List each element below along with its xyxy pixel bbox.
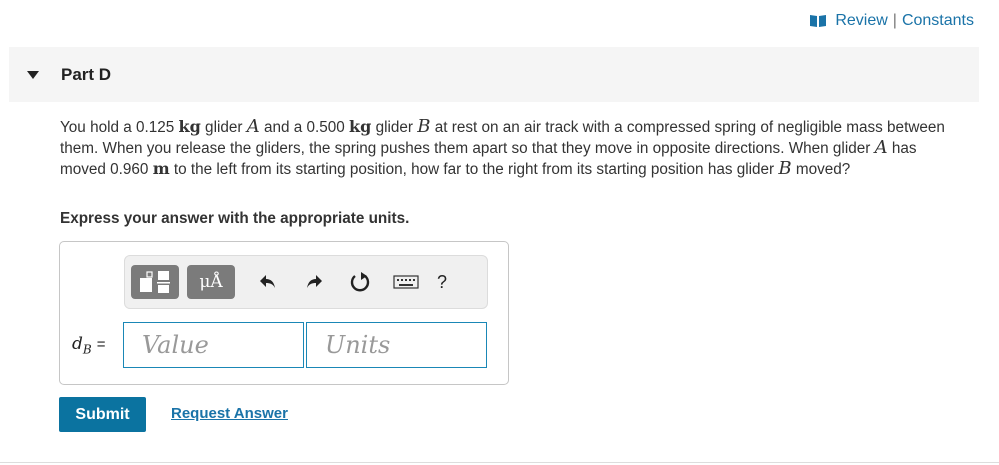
- caret-down-icon[interactable]: [27, 70, 39, 79]
- value-input[interactable]: Value: [123, 322, 304, 368]
- var-a: A: [246, 116, 260, 137]
- submit-button[interactable]: Submit: [59, 397, 146, 432]
- help-icon[interactable]: ?: [437, 272, 447, 293]
- answer-variable-label: dB =: [72, 334, 105, 356]
- redo-button[interactable]: [297, 265, 331, 299]
- var-b: B: [417, 116, 431, 137]
- undo-icon: [260, 275, 275, 288]
- var-a: A: [874, 137, 888, 158]
- reset-button[interactable]: [343, 265, 377, 299]
- part-title: Part D: [61, 64, 112, 84]
- question-text-part: glider: [371, 119, 418, 136]
- var-sub-b: B: [82, 342, 92, 357]
- value-placeholder: Value: [142, 331, 209, 359]
- undo-button[interactable]: [251, 265, 285, 299]
- math-toolbar: μÅ ?: [124, 255, 488, 309]
- units-icon: μÅ: [199, 272, 223, 292]
- unit-kg: kg: [349, 117, 372, 136]
- units-button[interactable]: μÅ: [187, 265, 235, 299]
- unit-kg: kg: [178, 117, 201, 136]
- units-input[interactable]: Units: [306, 322, 487, 368]
- redo-icon: [307, 275, 322, 288]
- templates-button[interactable]: [131, 265, 179, 299]
- link-separator: |: [892, 12, 897, 29]
- book-icon: [810, 15, 827, 27]
- question-text-part: moved?: [791, 161, 851, 178]
- unit-m: m: [152, 159, 170, 178]
- equals-sign: =: [96, 336, 106, 353]
- instruction-text: Express your answer with the appropriate…: [60, 210, 410, 227]
- keyboard-icon: [393, 275, 419, 289]
- var-d: d: [72, 334, 83, 354]
- units-placeholder: Units: [325, 331, 391, 359]
- templates-icon: [140, 271, 170, 293]
- keyboard-button[interactable]: [389, 265, 423, 299]
- reset-icon: [350, 272, 370, 292]
- bottom-divider: [0, 462, 999, 463]
- part-header[interactable]: Part D: [9, 47, 979, 102]
- question-text-part: You hold a 0.125: [60, 119, 179, 136]
- question-text-part: glider: [200, 119, 247, 136]
- constants-link[interactable]: Constants: [902, 12, 974, 30]
- question-text-part: to the left from its starting position, …: [169, 161, 779, 178]
- review-link[interactable]: Review: [835, 12, 887, 30]
- question-text-part: and a 0.500: [259, 119, 350, 136]
- request-answer-link[interactable]: Request Answer: [171, 405, 288, 422]
- question-text: You hold a 0.125 kg glider A and a 0.500…: [60, 117, 960, 180]
- answer-box: μÅ ? dB = Value Units: [59, 241, 509, 385]
- var-b: B: [778, 158, 792, 179]
- top-links: Review | Constants: [809, 12, 974, 30]
